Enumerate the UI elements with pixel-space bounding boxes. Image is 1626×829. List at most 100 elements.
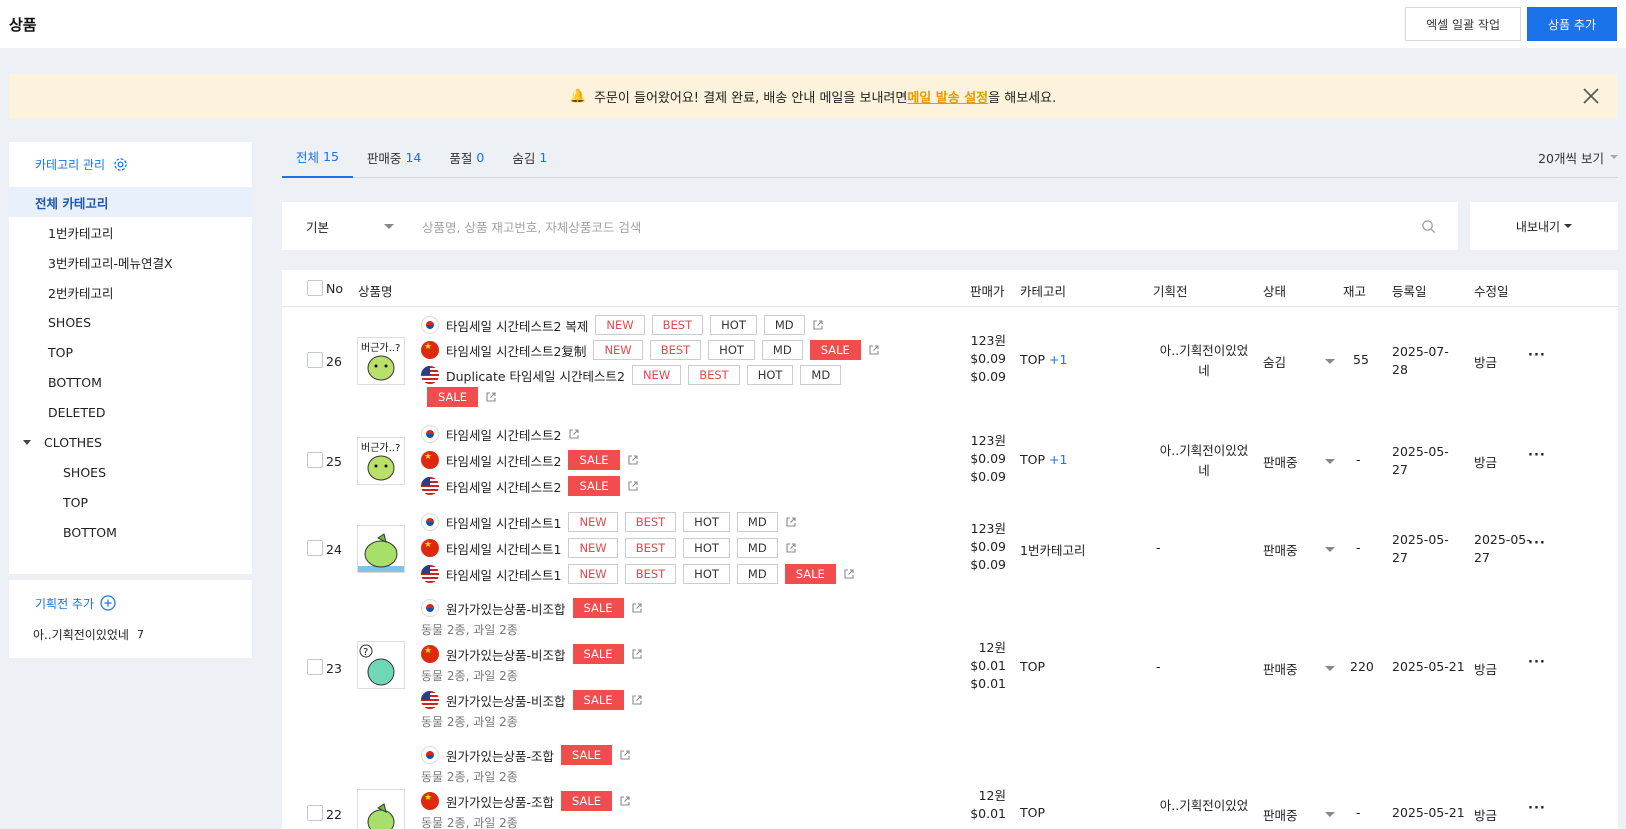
- more-icon[interactable]: ···: [1528, 801, 1546, 816]
- status-select[interactable]: 판매중: [1263, 452, 1335, 471]
- product-name[interactable]: Duplicate 타임세일 시간테스트2: [446, 366, 625, 385]
- chevron-down-icon[interactable]: [23, 439, 31, 445]
- product-name[interactable]: 원가가있는상품-조합: [446, 792, 554, 811]
- product-thumbnail: ?: [357, 641, 405, 689]
- tab-selling[interactable]: 판매중 14: [353, 137, 435, 178]
- tab-all[interactable]: 전체 15: [282, 137, 353, 178]
- plan-item[interactable]: 아..기획전이있었네 7: [9, 626, 252, 643]
- status-select[interactable]: 판매중: [1263, 659, 1335, 678]
- gear-icon[interactable]: [113, 157, 128, 172]
- product-name[interactable]: 원가가있는상품-비조합: [446, 691, 566, 710]
- product-name[interactable]: 타임세일 시간테스트2 복제: [446, 316, 588, 335]
- tag-sale: SALE: [572, 644, 624, 664]
- row-checkbox[interactable]: [307, 352, 323, 368]
- category-item-label: BOTTOM: [63, 524, 117, 540]
- product-name[interactable]: 타임세일 시간테스트1: [446, 513, 561, 532]
- tab-label: 전체: [296, 150, 320, 165]
- row-modified: 방금: [1474, 662, 1498, 677]
- table-row[interactable]: 24 타임세일 시간테스트1 NEW BEST HOT MD 타임세일 시간테스트1 NE…: [282, 505, 1618, 595]
- category-item-2[interactable]: 2번카테고리: [9, 277, 252, 307]
- select-all-checkbox[interactable]: [307, 280, 323, 296]
- tag-hot: HOT: [708, 340, 755, 360]
- category-item-1[interactable]: 1번카테고리: [9, 217, 252, 247]
- row-created: 2025-05- 27: [1392, 531, 1449, 567]
- table-row[interactable]: 25 버근가..? 타임세일 시간테스트2 타임세일 시간테스트2 SALE 타임…: [282, 417, 1618, 505]
- category-manage[interactable]: 카테고리 관리: [9, 142, 252, 187]
- row-category: 1번카테고리: [1020, 543, 1086, 558]
- tag-md: MD: [800, 365, 842, 385]
- category-item-clothes-top[interactable]: TOP: [9, 487, 252, 517]
- excel-bulk-button[interactable]: 엑셀 일괄 작업: [1405, 7, 1522, 41]
- row-checkbox[interactable]: [307, 805, 323, 821]
- more-icon[interactable]: ···: [1528, 448, 1546, 463]
- tab-hidden[interactable]: 숨김 1: [498, 137, 561, 178]
- export-button[interactable]: 내보내기: [1470, 202, 1618, 250]
- search-icon[interactable]: [1421, 219, 1436, 234]
- row-prices: 123원 $0.09 $0.09: [970, 432, 1006, 486]
- row-created: 2025-05-21: [1392, 659, 1465, 674]
- external-link-icon[interactable]: [627, 454, 639, 466]
- tag-sale: SALE: [561, 791, 613, 811]
- plus-circle-icon[interactable]: [100, 595, 116, 611]
- status-select[interactable]: 판매중: [1263, 540, 1335, 559]
- product-name[interactable]: 타임세일 시간테스트2: [446, 477, 561, 496]
- external-link-icon[interactable]: [619, 795, 631, 807]
- external-link-icon[interactable]: [631, 602, 643, 614]
- category-item-shoes[interactable]: SHOES: [9, 307, 252, 337]
- external-link-icon[interactable]: [627, 480, 639, 492]
- category-item-deleted[interactable]: DELETED: [9, 397, 252, 427]
- row-no: 26: [326, 354, 342, 369]
- category-item-clothes[interactable]: CLOTHES: [9, 427, 252, 457]
- more-icon[interactable]: ···: [1528, 536, 1546, 551]
- close-icon[interactable]: [1581, 86, 1601, 106]
- product-name[interactable]: 타임세일 시간테스트1: [446, 565, 561, 584]
- created-line: 2025-05-: [1392, 532, 1449, 547]
- external-link-icon[interactable]: [568, 428, 580, 440]
- search-type-select[interactable]: 기본: [282, 217, 402, 236]
- category-item-all[interactable]: 전체 카테고리: [9, 187, 252, 217]
- product-name[interactable]: 타임세일 시간테스트2复制: [446, 341, 586, 360]
- plan-add[interactable]: 기획전 추가: [9, 580, 252, 626]
- product-name[interactable]: 원가가있는상품-비조합: [446, 645, 566, 664]
- status-select[interactable]: 판매중: [1263, 805, 1335, 824]
- category-extra[interactable]: +1: [1049, 352, 1067, 367]
- product-name[interactable]: 원가가있는상품-비조합: [446, 599, 566, 618]
- external-link-icon[interactable]: [812, 319, 824, 331]
- row-checkbox[interactable]: [307, 452, 323, 468]
- tag-sale: SALE: [561, 745, 613, 765]
- external-link-icon[interactable]: [785, 516, 797, 528]
- more-icon[interactable]: ···: [1528, 655, 1546, 670]
- mail-settings-link[interactable]: 메일 발송 설정: [907, 87, 988, 106]
- table-row[interactable]: 26 버근가..? 타임세일 시간테스트2 복제NEWBESTHOTMD 타임세…: [282, 307, 1618, 417]
- table-row[interactable]: 22 원가가있는상품-조합 SALE 동물 2종, 과일 2종 원가가있는상품-조…: [282, 743, 1618, 829]
- external-link-icon[interactable]: [843, 568, 855, 580]
- external-link-icon[interactable]: [785, 542, 797, 554]
- product-name[interactable]: 원가가있는상품-조합: [446, 746, 554, 765]
- external-link-icon[interactable]: [631, 648, 643, 660]
- tab-soldout[interactable]: 품절 0: [435, 137, 498, 178]
- add-product-button[interactable]: 상품 추가: [1527, 7, 1617, 41]
- status-select[interactable]: 숨김: [1263, 352, 1335, 371]
- external-link-icon[interactable]: [631, 694, 643, 706]
- product-name[interactable]: 타임세일 시간테스트2: [446, 425, 561, 444]
- row-checkbox[interactable]: [307, 659, 323, 675]
- external-link-icon[interactable]: [619, 749, 631, 761]
- col-no: No: [326, 281, 343, 296]
- row-checkbox[interactable]: [307, 540, 323, 556]
- category-item-top[interactable]: TOP: [9, 337, 252, 367]
- category-extra[interactable]: +1: [1049, 452, 1067, 467]
- per-page-select[interactable]: 20개씩 보기: [1538, 137, 1618, 177]
- category-item-clothes-shoes[interactable]: SHOES: [9, 457, 252, 487]
- category-item-clothes-bottom[interactable]: BOTTOM: [9, 517, 252, 547]
- more-icon[interactable]: ···: [1528, 348, 1546, 363]
- product-name[interactable]: 타임세일 시간테스트2: [446, 451, 561, 470]
- product-name[interactable]: 타임세일 시간테스트1: [446, 539, 561, 558]
- search-input[interactable]: 상품명, 상품 재고번호, 자체상품코드 검색: [402, 217, 1421, 236]
- external-link-icon[interactable]: [868, 344, 880, 356]
- category-item-bottom[interactable]: BOTTOM: [9, 367, 252, 397]
- row-modified: 방금: [1474, 808, 1498, 823]
- category-item-3[interactable]: 3번카테고리-메뉴연결X: [9, 247, 252, 277]
- external-link-icon[interactable]: [485, 391, 497, 403]
- table-row[interactable]: 23 ? 원가가있는상품-비조합 SALE 동물 2종, 과일 2종 원가가있는상…: [282, 595, 1618, 743]
- price-krw: 123원: [970, 521, 1006, 536]
